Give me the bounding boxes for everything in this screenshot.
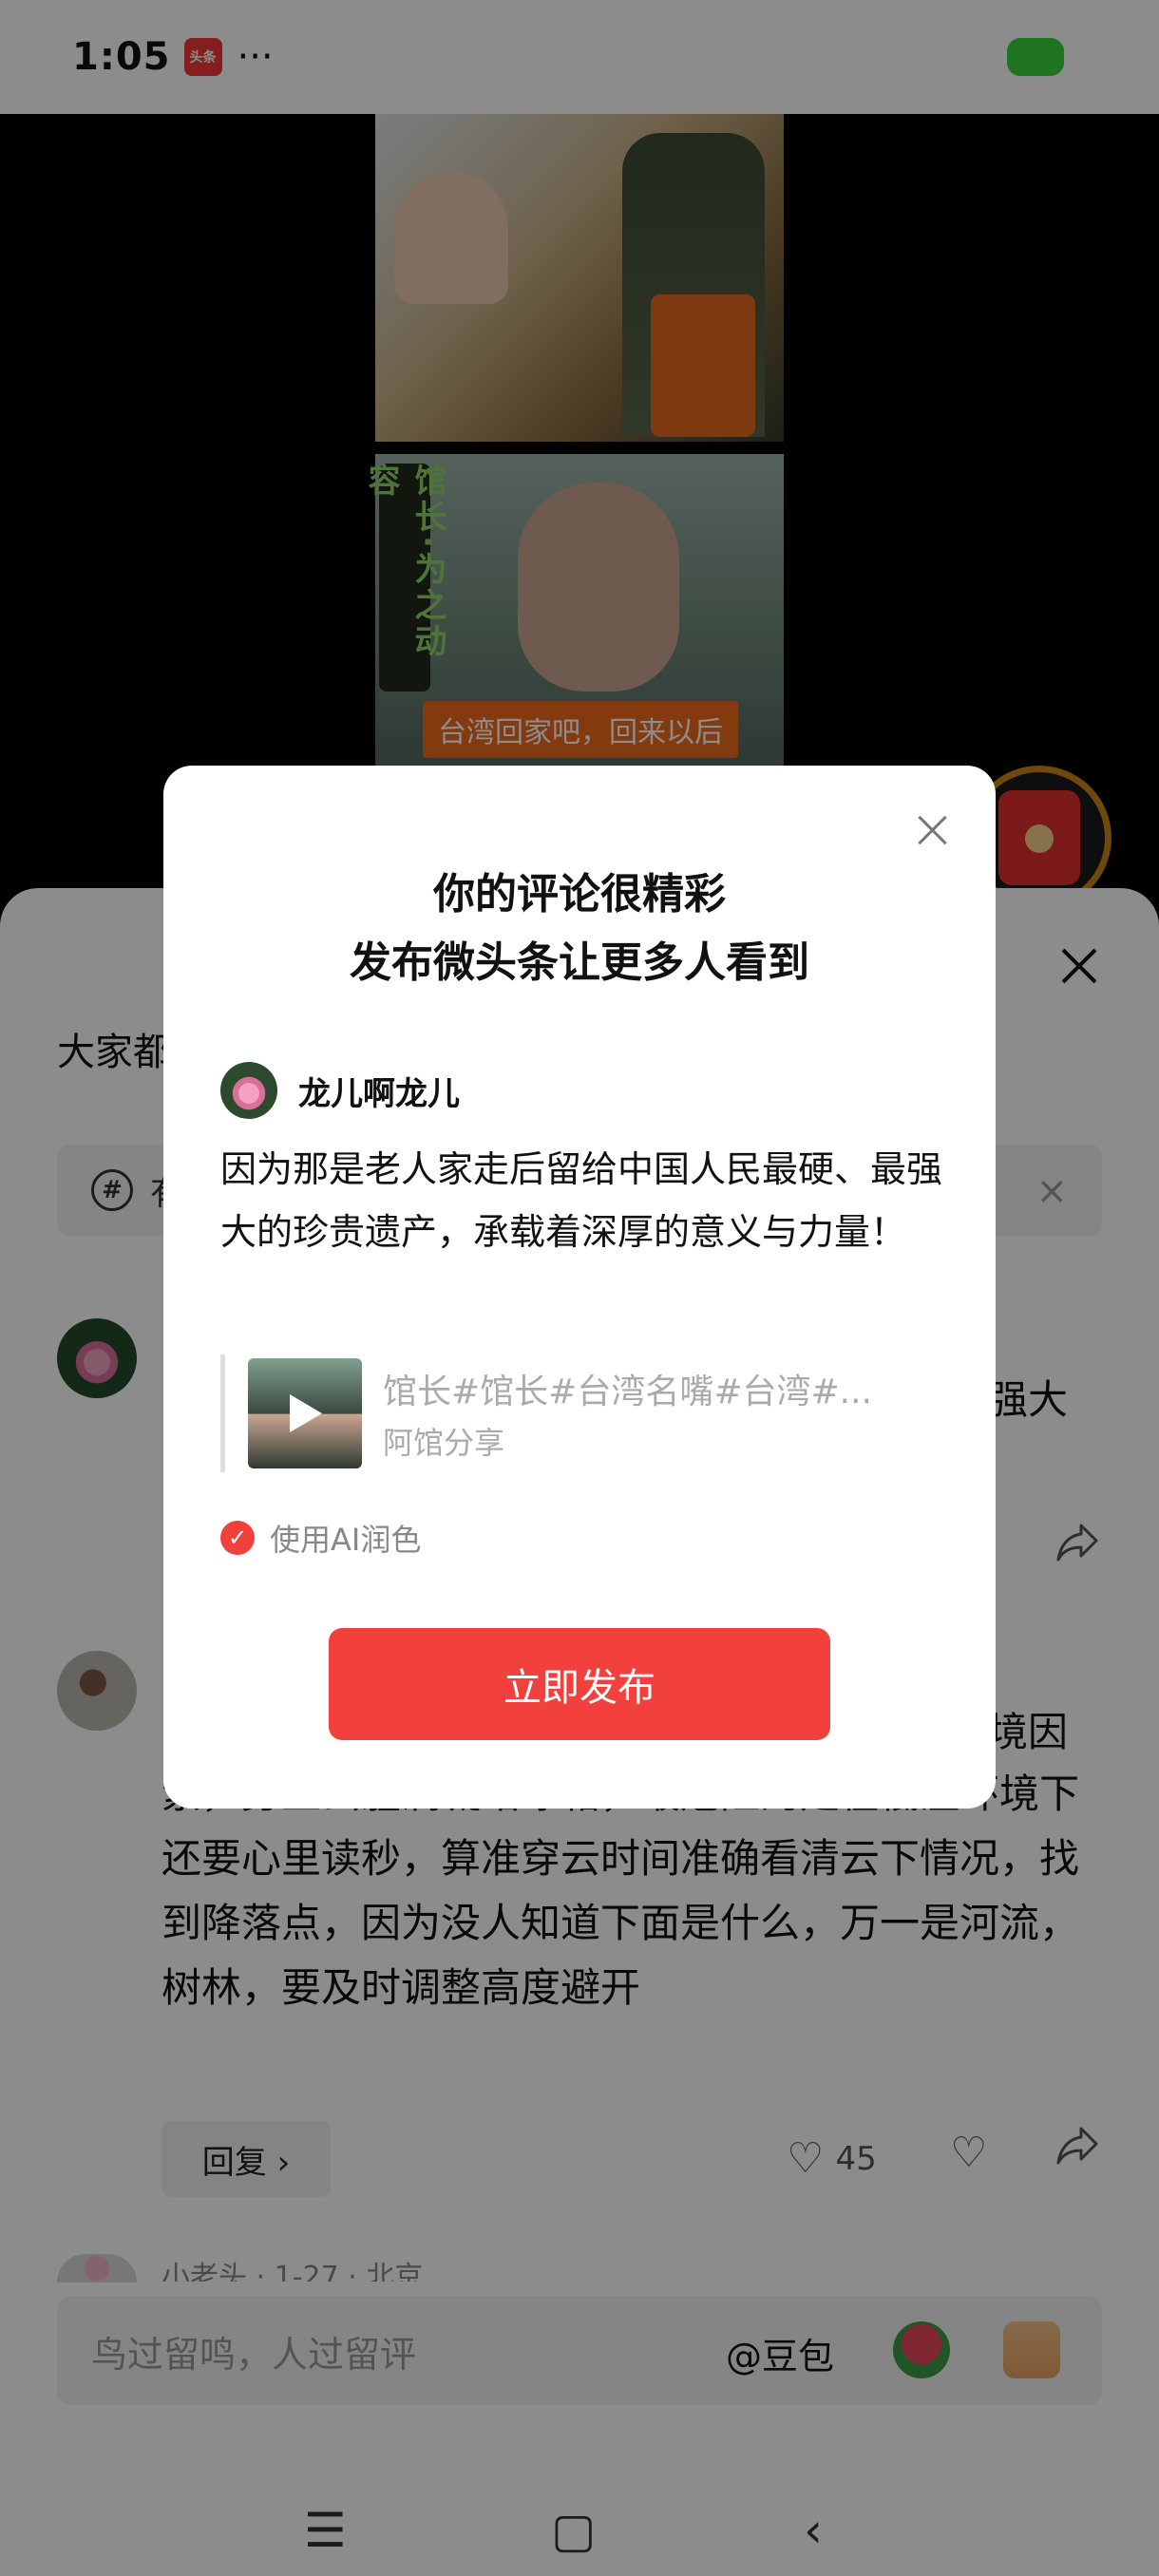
quoted-video[interactable]: 馆长#馆长#台湾名嘴#台湾#... 阿馆分享: [220, 1354, 942, 1472]
close-dialog-icon[interactable]: [914, 811, 952, 849]
play-icon: [290, 1394, 322, 1432]
avatar: [220, 1062, 277, 1119]
ai-polish-label: 使用AI润色: [270, 1522, 422, 1558]
publish-button[interactable]: 立即发布: [329, 1628, 830, 1740]
quoted-video-source: 阿馆分享: [383, 1425, 505, 1461]
username: 龙儿啊龙儿: [298, 1074, 460, 1113]
dialog-user: 龙儿啊龙儿: [220, 1062, 460, 1119]
dialog-title-line2: 发布微头条让更多人看到: [350, 938, 809, 987]
checkmark-icon: ✓: [220, 1521, 255, 1555]
dialog-title: 你的评论很精彩 发布微头条让更多人看到: [163, 861, 996, 997]
publish-dialog: 你的评论很精彩 发布微头条让更多人看到 龙儿啊龙儿 因为那是老人家走后留给中国人…: [163, 766, 996, 1809]
quoted-video-title: 馆长#馆长#台湾名嘴#台湾#...: [383, 1373, 872, 1411]
dialog-comment-text: 因为那是老人家走后留给中国人民最硬、最强大的珍贵遗产，承载着深厚的意义与力量！: [220, 1148, 943, 1253]
quoted-video-thumbnail: [248, 1358, 362, 1468]
ai-polish-toggle[interactable]: ✓ 使用AI润色: [220, 1516, 421, 1560]
dialog-title-line1: 你的评论很精彩: [433, 870, 726, 919]
